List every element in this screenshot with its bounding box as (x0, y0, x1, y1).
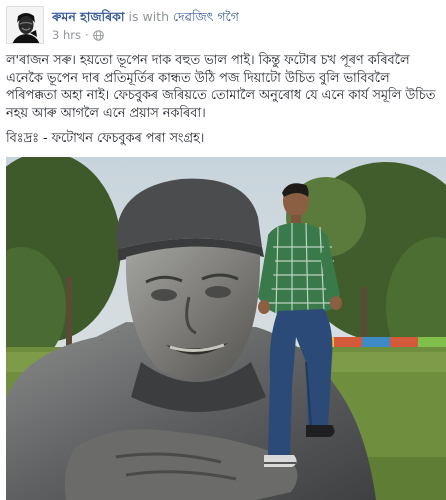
post-message: ল'ৰাজন সৰু। হয়তো ভূপেন দাক বহুত ভাল পাই… (6, 52, 442, 148)
post-meta: 3 hrs · (52, 28, 104, 42)
with-label: is with (128, 9, 169, 24)
post-photo[interactable] (6, 157, 446, 500)
post-paragraph-1: ল'ৰাজন সৰু। হয়তো ভূপেন দাক বহুত ভাল পাই… (6, 53, 436, 121)
facebook-post: ৰুমন হাজৰিকা is with দেৱজিৎ গগৈ 3 hrs · … (0, 0, 446, 500)
profile-portrait-icon (7, 7, 43, 43)
post-header: ৰুমন হাজৰিকা is with দেৱজিৎ গগৈ (52, 9, 239, 29)
author-name-link[interactable]: ৰুমন হাজৰিকা (52, 9, 125, 24)
tagged-friend-link[interactable]: দেৱজিৎ গগৈ (173, 9, 239, 24)
post-timestamp-link[interactable]: 3 hrs (52, 28, 81, 42)
meta-separator: · (84, 28, 89, 42)
author-avatar[interactable] (6, 6, 44, 44)
post-paragraph-2: বিঃদ্ৰঃ - ফটোখন ফেচবুকৰ পৰা সংগ্ৰহ। (6, 131, 205, 146)
globe-icon[interactable] (92, 29, 104, 41)
statue-photo (6, 157, 446, 500)
